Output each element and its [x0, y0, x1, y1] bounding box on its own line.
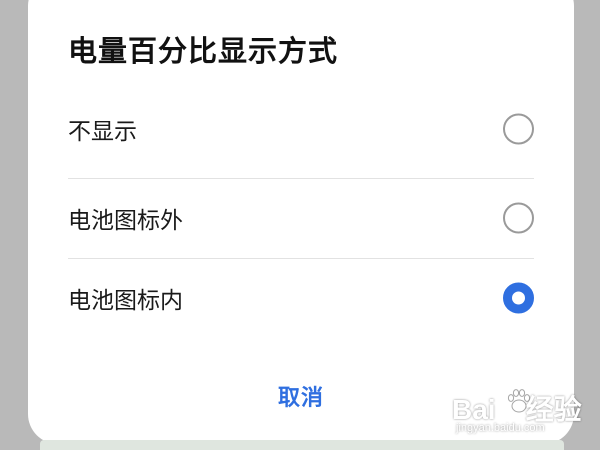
background-app-strip — [40, 440, 564, 450]
option-outside-battery-icon[interactable]: 电池图标外 — [68, 178, 534, 258]
option-hide[interactable]: 不显示 — [68, 89, 534, 169]
option-label: 不显示 — [68, 119, 137, 145]
option-label: 电池图标内 — [68, 288, 183, 314]
watermark-brand-left: Bai — [452, 394, 496, 425]
option-inside-battery-icon[interactable]: 电池图标内 — [68, 258, 534, 338]
baidu-jingyan-watermark: Bai 经验 jingyan.baidu.com — [452, 388, 592, 440]
radio-checked-icon[interactable] — [503, 282, 534, 314]
option-label: 电池图标外 — [68, 208, 183, 234]
watermark-brand-right: 经验 — [525, 394, 582, 425]
watermark-url: jingyan.baidu.com — [456, 422, 545, 434]
battery-percentage-dialog: 电量百分比显示方式 不显示 电池图标外 电池图标内 取消 — [28, 0, 574, 444]
radio-unchecked-icon[interactable] — [503, 113, 534, 145]
radio-unchecked-icon[interactable] — [503, 202, 534, 234]
baidu-paw-icon — [507, 389, 531, 413]
dialog-title: 电量百分比显示方式 — [68, 34, 339, 68]
